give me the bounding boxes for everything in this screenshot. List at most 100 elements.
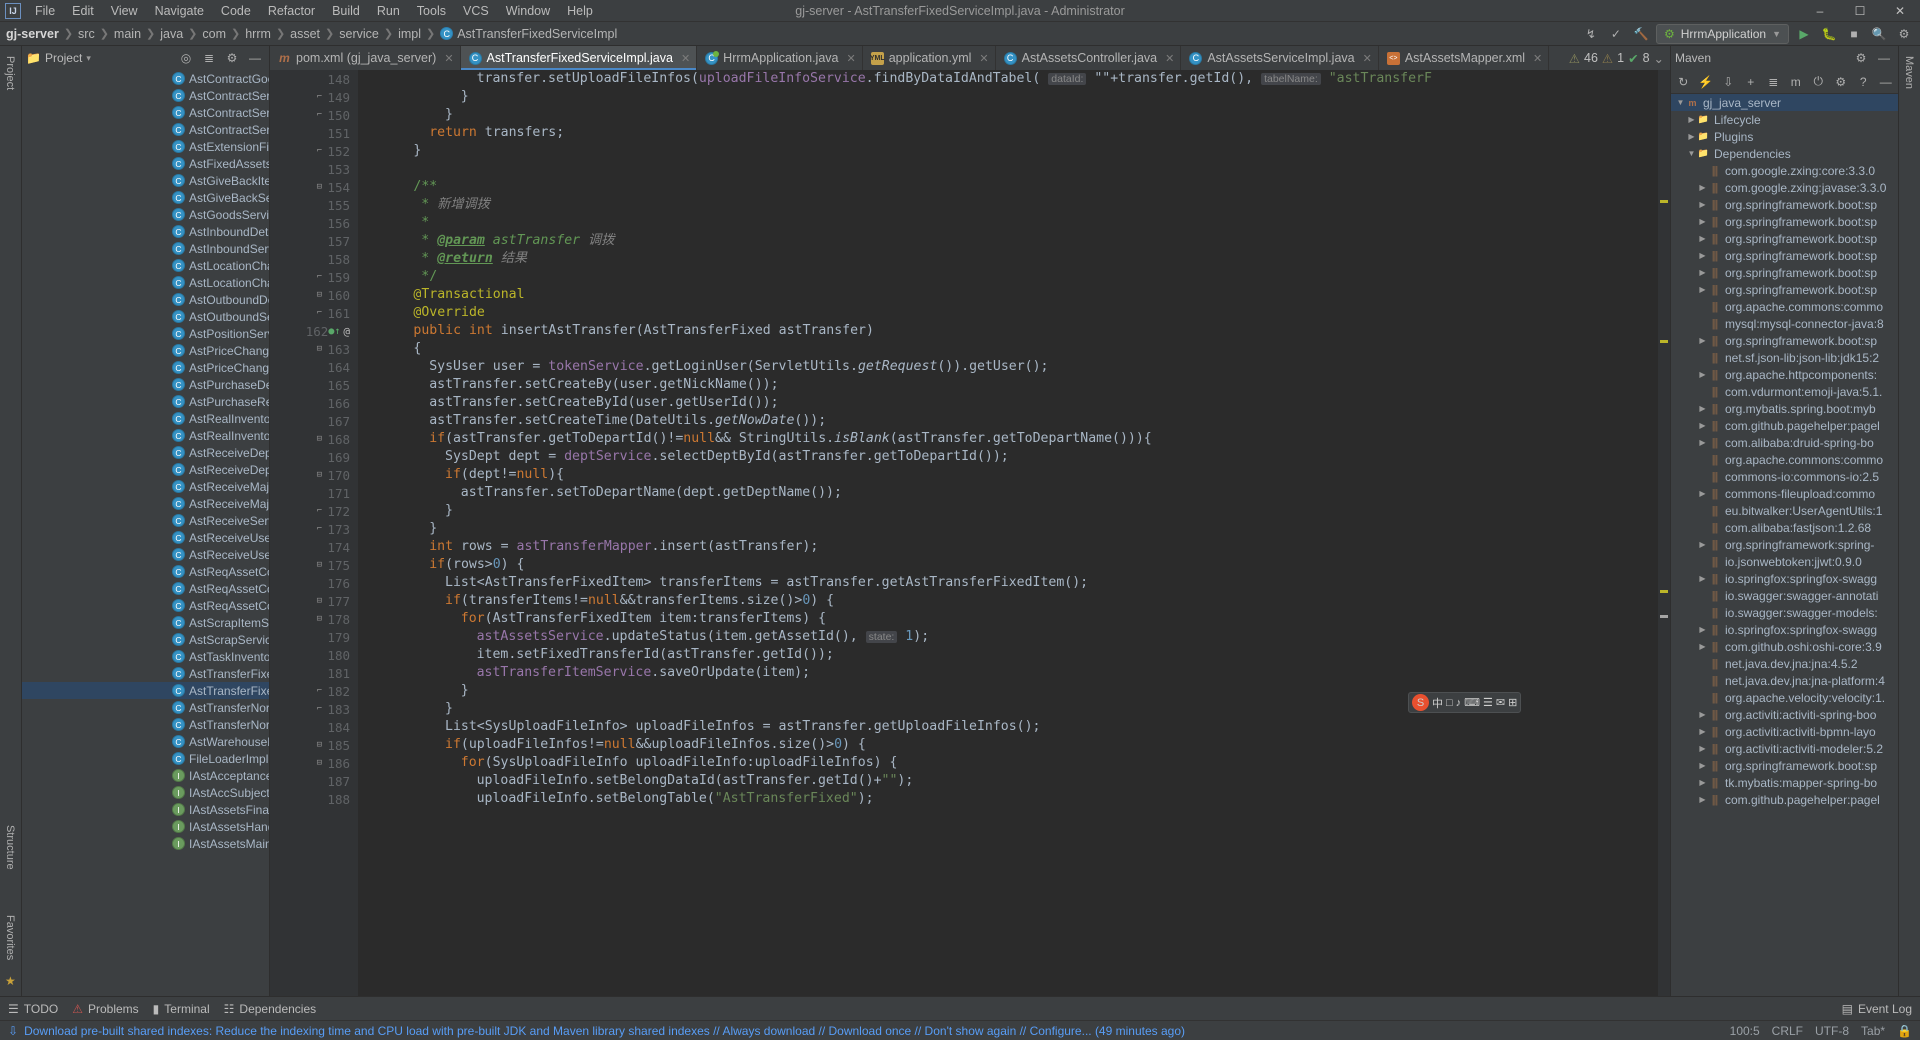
close-tab-icon[interactable]: ✕	[444, 52, 453, 65]
maven-tree-item[interactable]: ▼ m gj_java_server	[1671, 94, 1898, 111]
menu-item-view[interactable]: View	[103, 2, 146, 20]
editor-tab[interactable]: C HrrmApplication.java ✕	[697, 46, 863, 70]
minimize-button[interactable]: –	[1800, 0, 1840, 22]
project-tree-item[interactable]: C AstPriceChange	[22, 342, 269, 359]
maven-toolbar[interactable]: ↻ ⚡ ⇩ + ≣ m ⏻ ⚙ ? —	[1671, 70, 1898, 94]
project-tree-item[interactable]: C AstOutboundDe	[22, 291, 269, 308]
breadcrumb-item-asset[interactable]: asset	[290, 27, 320, 41]
breadcrumb-item-java[interactable]: java	[160, 27, 183, 41]
menu-item-window[interactable]: Window	[498, 2, 558, 20]
menu-item-navigate[interactable]: Navigate	[147, 2, 212, 20]
run-maven-goal-icon[interactable]: m	[1788, 72, 1805, 92]
gutter-line[interactable]: 187	[270, 772, 358, 790]
project-tree-item[interactable]: C AstTransferFixe	[22, 665, 269, 682]
fold-expand-icon[interactable]: ⊟	[317, 614, 322, 624]
maven-tree-item[interactable]: ||| com.vdurmont:emoji-java:5.1.	[1671, 383, 1898, 400]
code-line[interactable]: *	[358, 214, 1658, 232]
chevron-right-icon[interactable]: ▶	[1697, 438, 1708, 447]
chevron-right-icon[interactable]: ▶	[1697, 370, 1708, 379]
chevron-right-icon[interactable]: ▶	[1697, 268, 1708, 277]
project-panel-title-group[interactable]: 📁 Project ▾	[26, 51, 91, 65]
fold-expand-icon[interactable]: ⊟	[317, 560, 322, 570]
ime-voice-icon[interactable]: ♪	[1456, 697, 1462, 709]
editor-tab[interactable]: C AstAssetsServiceImpl.java ✕	[1181, 46, 1379, 70]
file-encoding[interactable]: UTF-8	[1815, 1024, 1849, 1038]
maven-tree-item[interactable]: ▶ ||| io.springfox:springfox-swagg	[1671, 570, 1898, 587]
maven-tree-item[interactable]: ▶ ||| com.github.pagehelper:pagel	[1671, 417, 1898, 434]
maven-tree-item[interactable]: ||| io.swagger:swagger-annotati	[1671, 587, 1898, 604]
fold-end-icon[interactable]: ⌐	[317, 506, 322, 516]
status-indicators[interactable]: 100:5 CRLF UTF-8 Tab* 🔒	[1730, 1024, 1912, 1038]
code-line[interactable]: {	[358, 340, 1658, 358]
gutter-line[interactable]: 169	[270, 448, 358, 466]
ime-mode-chinese[interactable]: 中	[1432, 695, 1443, 711]
maven-tree-item[interactable]: ▶ ||| io.springfox:springfox-swagg	[1671, 621, 1898, 638]
code-line[interactable]: SysUser user = tokenService.getLoginUser…	[358, 358, 1658, 376]
fold-end-icon[interactable]: ⌐	[317, 686, 322, 696]
tool-button-maven[interactable]: Maven	[1903, 50, 1915, 95]
code-line[interactable]: @Override	[358, 304, 1658, 322]
gutter-line[interactable]: 159 ⌐	[270, 268, 358, 286]
code-line[interactable]: astTransfer.setCreateTime(DateUtils.getN…	[358, 412, 1658, 430]
hide-icon[interactable]: —	[1878, 72, 1895, 92]
maven-tree-item[interactable]: ▶ ||| com.alibaba:druid-spring-bo	[1671, 434, 1898, 451]
fold-end-icon[interactable]: ⌐	[317, 92, 322, 102]
maven-tree-item[interactable]: ||| org.apache.velocity:velocity:1.	[1671, 689, 1898, 706]
maven-tree-item[interactable]: ▶ ||| com.google.zxing:javase:3.3.0	[1671, 179, 1898, 196]
gutter-line[interactable]: 157	[270, 232, 358, 250]
code-editor[interactable]: 148 149 ⌐ 150 ⌐ 151 152 ⌐ 153 154 ⊟ 155 156 157 158 159…	[270, 70, 1670, 996]
ime-punctuation-icon[interactable]: □	[1446, 697, 1453, 709]
fold-expand-icon[interactable]: ⊟	[317, 596, 322, 606]
maven-tree-item[interactable]: ▶ ||| org.springframework.boot:sp	[1671, 230, 1898, 247]
gutter-line[interactable]: 155	[270, 196, 358, 214]
fold-end-icon[interactable]: ⌐	[317, 524, 322, 534]
project-tree-item[interactable]: C AstRealInventor	[22, 410, 269, 427]
project-tree-item[interactable]: C AstPositionServ	[22, 325, 269, 342]
hide-icon[interactable]: —	[1874, 48, 1894, 68]
gutter-line[interactable]: 178 ⊟	[270, 610, 358, 628]
project-tree-item[interactable]: I IAstAccSubjectServ	[22, 784, 269, 801]
project-tree-item[interactable]: C AstReceiveMajc	[22, 478, 269, 495]
code-line[interactable]: return transfers;	[358, 124, 1658, 142]
project-tree-item[interactable]: C AstGiveBackIter	[22, 172, 269, 189]
project-tree-item[interactable]: C AstScrapItemSe	[22, 614, 269, 631]
project-tree-item[interactable]: C AstInboundServ	[22, 240, 269, 257]
close-tab-icon[interactable]: ✕	[1533, 52, 1542, 65]
chevron-right-icon[interactable]: ▶	[1697, 744, 1708, 753]
code-line[interactable]: List<SysUploadFileInfo> uploadFileInfos …	[358, 718, 1658, 736]
menu-item-build[interactable]: Build	[324, 2, 368, 20]
gutter-line[interactable]: 183 ⌐	[270, 700, 358, 718]
maven-tree-item[interactable]: ||| org.apache.commons:commo	[1671, 451, 1898, 468]
editor-tab[interactable]: YML application.yml ✕	[863, 46, 996, 70]
chevron-right-icon[interactable]: ▶	[1697, 727, 1708, 736]
maven-tree-item[interactable]: ▶ ||| org.springframework.boot:sp	[1671, 281, 1898, 298]
indent-setting[interactable]: Tab*	[1861, 1024, 1885, 1038]
chevron-right-icon[interactable]: ▶	[1697, 761, 1708, 770]
project-tree-item[interactable]: C AstTransferFixe	[22, 682, 269, 699]
chevron-right-icon[interactable]: ▶	[1697, 795, 1708, 804]
project-tree-item[interactable]: C AstExtensionFie	[22, 138, 269, 155]
gutter-line[interactable]: 148	[270, 70, 358, 88]
fold-expand-icon[interactable]: ⊟	[317, 434, 322, 444]
maven-tree-item[interactable]: ▶ ||| org.apache.httpcomponents:	[1671, 366, 1898, 383]
code-line[interactable]: */	[358, 268, 1658, 286]
chevron-right-icon[interactable]: ▶	[1697, 234, 1708, 243]
project-tree-item[interactable]: C AstReceiveServi	[22, 512, 269, 529]
gutter-line[interactable]: 162 ●↑ @	[270, 322, 358, 340]
code-line[interactable]: public int insertAstTransfer(AstTransfer…	[358, 322, 1658, 340]
project-tree-item[interactable]: C AstReqAssetCo	[22, 563, 269, 580]
breadcrumb[interactable]: gj-server ❯ src ❯ main ❯ java ❯ com ❯ hr…	[6, 27, 617, 41]
maven-tree-item[interactable]: ▶ ||| org.springframework.boot:sp	[1671, 247, 1898, 264]
project-tree-item[interactable]: C AstReqAssetCo	[22, 597, 269, 614]
maven-tree-item[interactable]: ▶ 📁 Lifecycle	[1671, 111, 1898, 128]
close-tab-icon[interactable]: ✕	[847, 52, 856, 65]
code-line[interactable]: * @return 结果	[358, 250, 1658, 268]
menu-item-tools[interactable]: Tools	[409, 2, 454, 20]
project-tree-item[interactable]: C AstContractServ	[22, 104, 269, 121]
gutter-line[interactable]: 176	[270, 574, 358, 592]
window-controls[interactable]: – ☐ ✕	[1800, 0, 1920, 22]
gutter-line[interactable]: 168 ⊟	[270, 430, 358, 448]
gutter-line[interactable]: 167	[270, 412, 358, 430]
code-line[interactable]: SysDept dept = deptService.selectDeptByI…	[358, 448, 1658, 466]
run-icon[interactable]: ▶	[1794, 24, 1814, 44]
